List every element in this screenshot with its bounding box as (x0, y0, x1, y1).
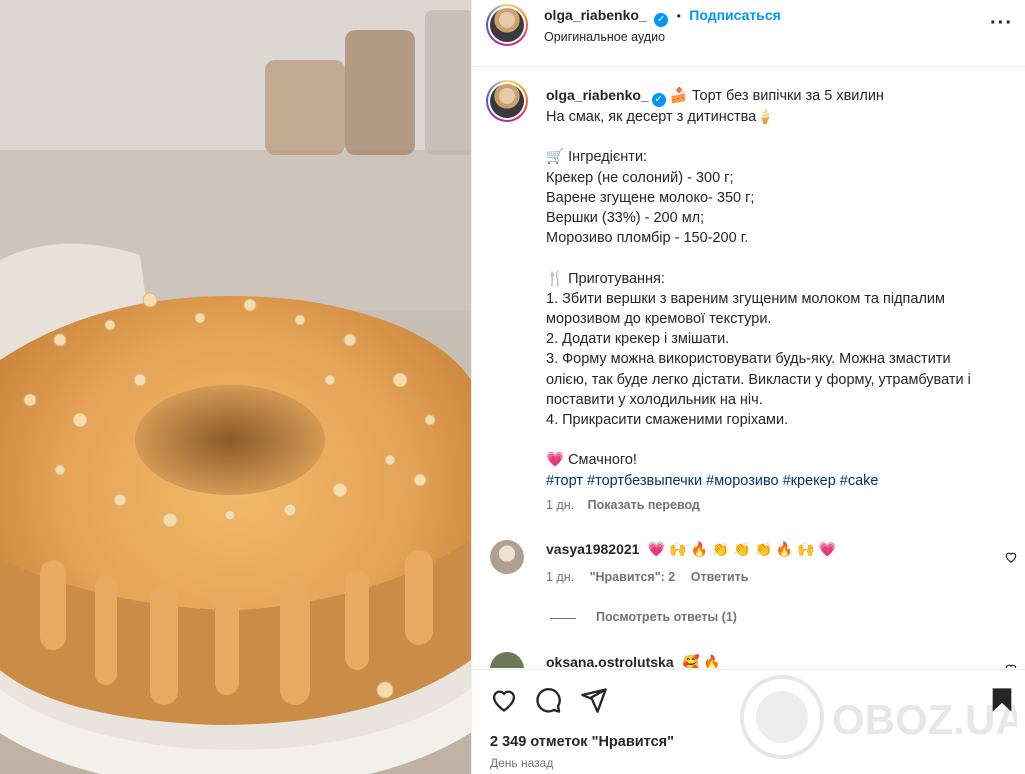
comment-text: 💗 🙌 🔥 👏 👏 👏 🔥 🙌 💗 (647, 541, 836, 557)
comments-area[interactable]: olga_riabenko_ ✓ 🍰 Торт без випічки за 5 … (472, 68, 1025, 668)
author-username[interactable]: olga_riabenko_ (544, 7, 647, 23)
like-comment-icon[interactable] (1004, 550, 1018, 564)
commenter-avatar[interactable] (490, 652, 524, 668)
view-replies-button[interactable]: Посмотреть ответы (1) (596, 610, 737, 624)
caption-title: 🍰 Торт без випічки за 5 хвилин (669, 88, 884, 104)
author-avatar[interactable] (486, 4, 528, 46)
cake-photo (0, 0, 471, 774)
verified-icon: ✓ (651, 93, 666, 107)
share-icon[interactable] (580, 686, 608, 714)
caption-author-avatar[interactable] (486, 80, 528, 122)
replies-divider (550, 618, 576, 619)
follow-button[interactable]: Подписаться (689, 7, 781, 23)
comment-likes[interactable]: "Нравится": 2 (590, 570, 676, 584)
commenter-username[interactable]: oksana.ostrolutska (546, 654, 674, 668)
comment-icon[interactable] (534, 686, 562, 714)
watermark-logo: OBOZ.UA (740, 675, 1017, 759)
commenter-username[interactable]: vasya1982021 (546, 541, 639, 557)
likes-count[interactable]: 2 349 отметок "Нравится" (490, 734, 674, 750)
post-time[interactable]: 1 дн. (546, 498, 574, 512)
post-header: olga_riabenko_ ✓ • Подписаться Оригиналь… (472, 0, 1025, 67)
bookmark-icon[interactable] (988, 686, 1016, 714)
hashtags[interactable]: #торт #тортбезвыпечки #морозиво #крекер … (546, 473, 878, 489)
separator-dot: • (676, 9, 681, 23)
caption-body: На смак, як десерт з дитинства🍦 🛒 Інгред… (546, 109, 971, 469)
more-options-icon[interactable]: ··· (990, 12, 1013, 35)
audio-label[interactable]: Оригинальное аудио (544, 30, 665, 44)
post-image[interactable] (0, 0, 471, 774)
post-caption: olga_riabenko_ ✓ 🍰 Торт без випічки за 5 … (546, 85, 1006, 491)
post-date: День назад (490, 756, 554, 770)
reply-button[interactable]: Ответить (691, 570, 749, 584)
post-panel: olga_riabenko_ ✓ • Подписаться Оригиналь… (471, 0, 1025, 774)
caption-username[interactable]: olga_riabenko_ (546, 87, 649, 103)
like-icon[interactable] (490, 686, 518, 714)
like-comment-icon[interactable] (1004, 662, 1018, 668)
translate-button[interactable]: Показать перевод (588, 498, 700, 512)
comment-text: 🥰 🔥 (682, 654, 721, 668)
post-actions: OBOZ.UA 2 349 отметок "Нравится" День на… (472, 669, 1025, 774)
comment-time[interactable]: 1 дн. (546, 570, 574, 584)
commenter-avatar[interactable] (490, 540, 524, 574)
verified-icon: ✓ (654, 13, 669, 27)
